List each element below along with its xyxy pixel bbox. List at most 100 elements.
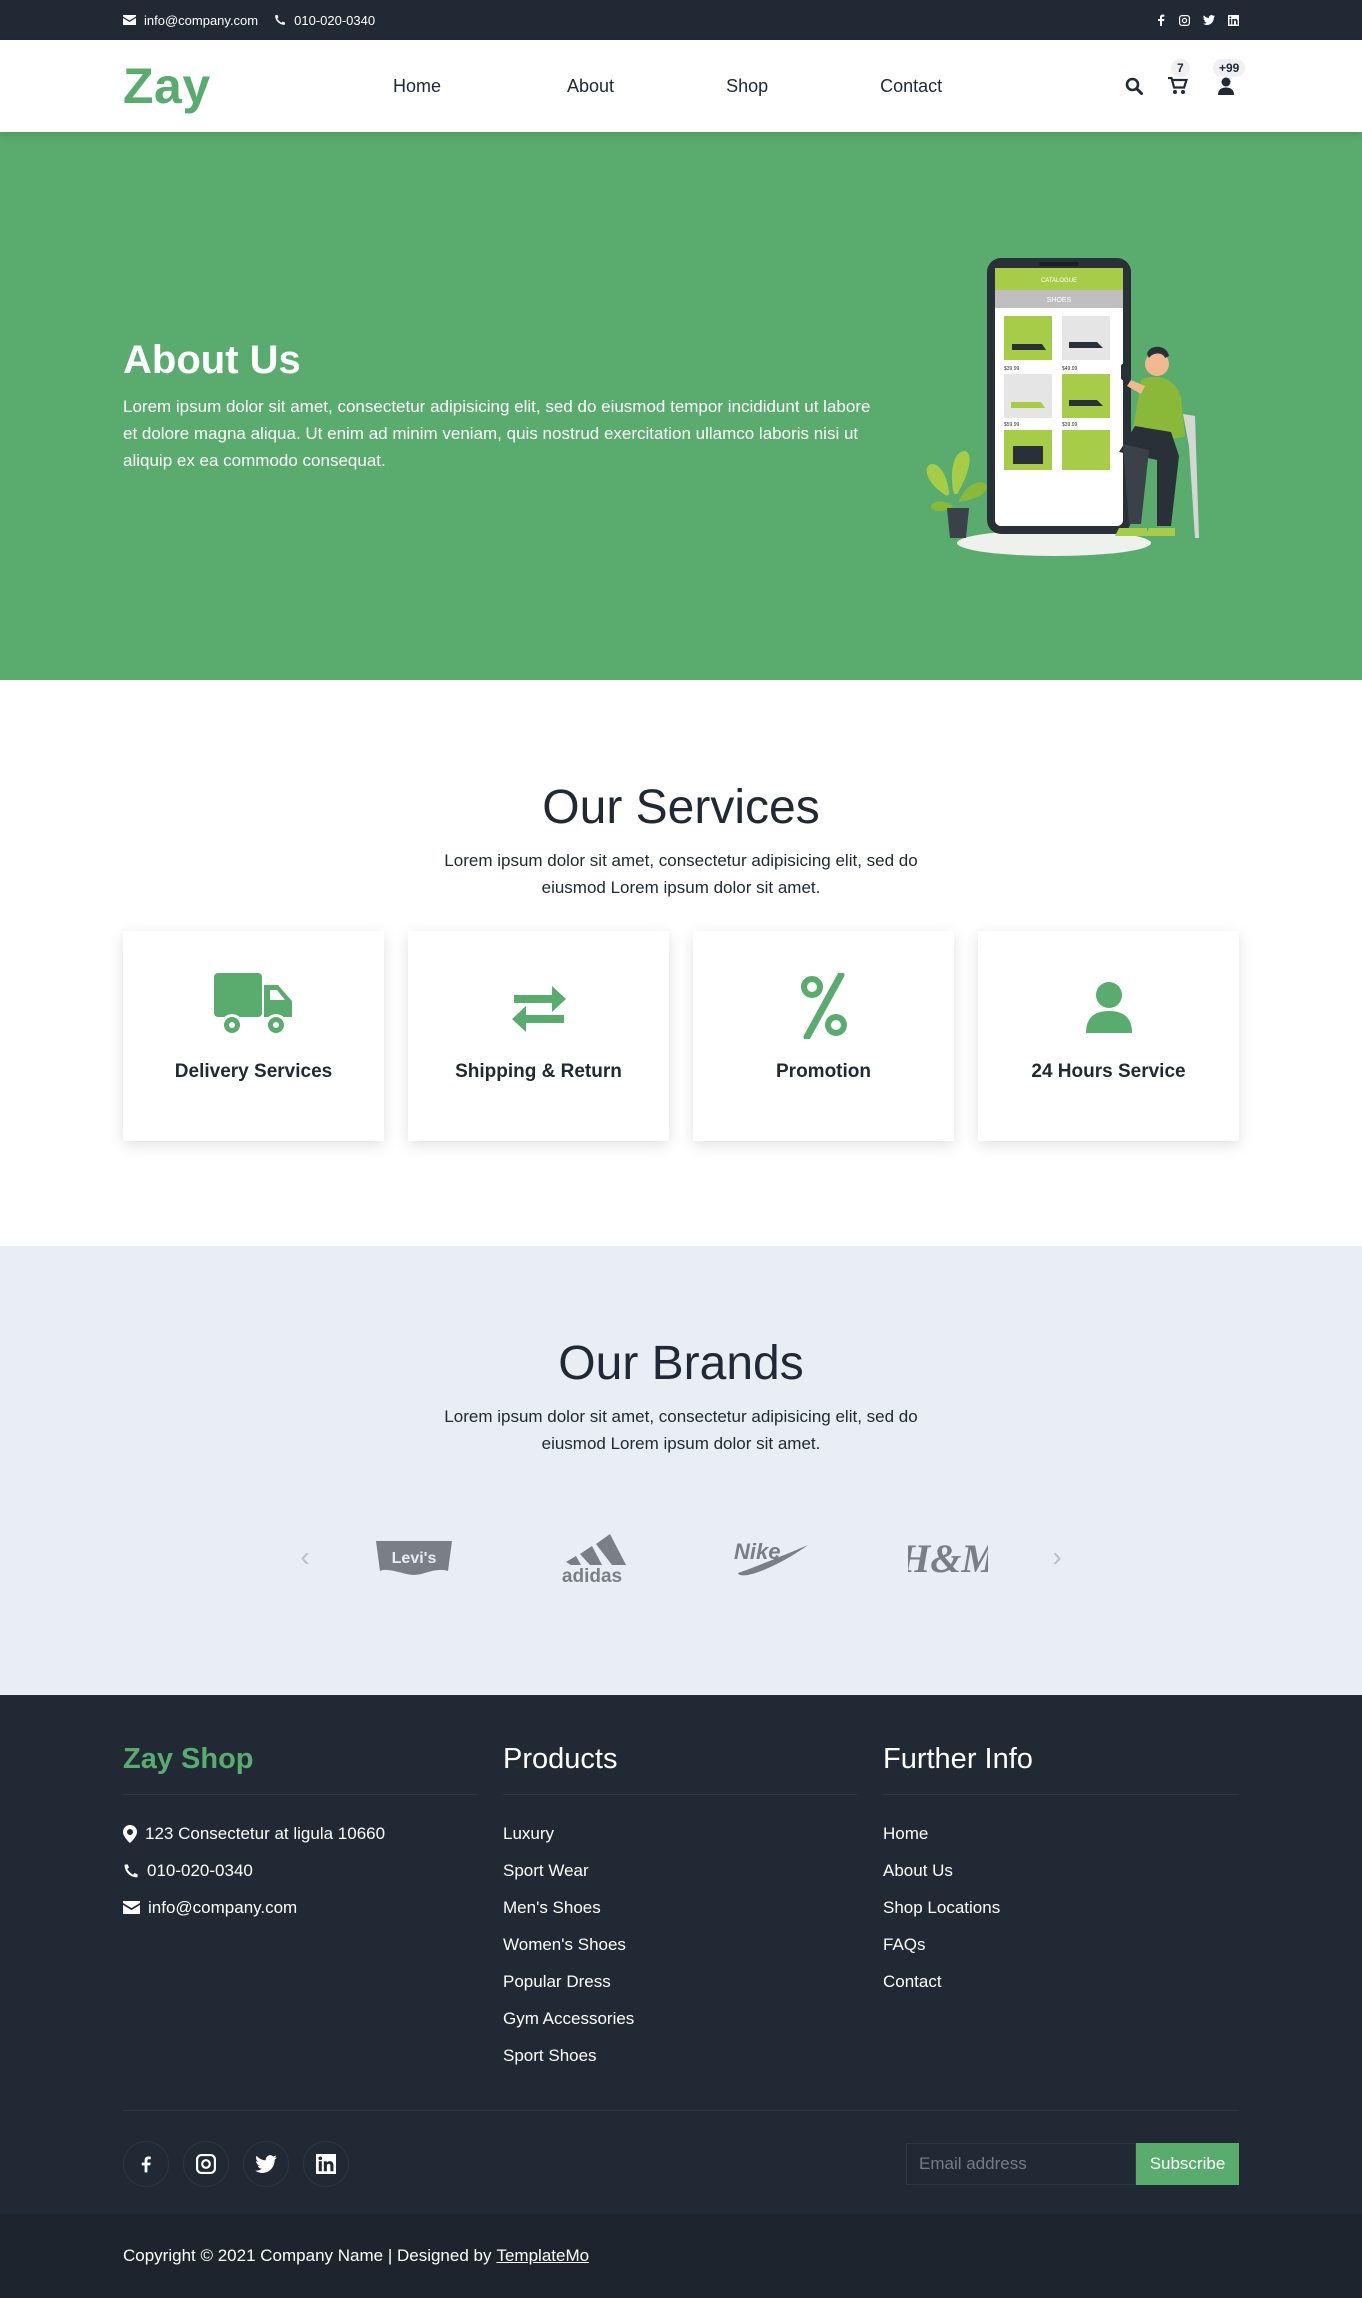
footer-facebook-button[interactable] (123, 2141, 169, 2187)
hm-logo-icon: H&M (908, 1536, 988, 1581)
footer-product-link[interactable]: Sport Shoes (503, 2037, 883, 2074)
service-label-delivery: Delivery Services (174, 1061, 333, 1082)
footer-email[interactable]: info@company.com (123, 1889, 503, 1926)
nav-shop[interactable]: Shop (726, 76, 768, 97)
top-phone[interactable]: 010-020-0340 (274, 13, 375, 28)
top-social (1156, 14, 1239, 26)
footer-instagram-button[interactable] (183, 2141, 229, 2187)
nav-home[interactable]: Home (393, 76, 441, 97)
footer-bottom: Subscribe (123, 2110, 1239, 2187)
footer-company-title: Zay Shop (123, 1743, 477, 1795)
about-hero: About Us Lorem ipsum dolor sit amet, con… (0, 132, 1362, 680)
cart-count-badge: 7 (1171, 59, 1190, 77)
brand-nike-logo[interactable]: Nike (681, 1527, 859, 1587)
brand-levis-logo[interactable]: Levi's (325, 1527, 503, 1587)
nav-icons: 7 +99 (1121, 59, 1246, 99)
twitter-icon (255, 2155, 277, 2173)
hero-text: About Us Lorem ipsum dolor sit amet, con… (123, 338, 883, 474)
brand-logo[interactable]: Zay (123, 57, 393, 115)
footer-product-link[interactable]: Sport Wear (503, 1852, 883, 1889)
hm-logo-text: H&M (908, 1536, 988, 1581)
footer-phone-text: 010-020-0340 (147, 1861, 253, 1880)
service-card-shipping[interactable]: Shipping & Return (408, 931, 669, 1141)
cart-button[interactable]: 7 (1165, 59, 1191, 99)
adidas-logo-icon: adidas (562, 1534, 626, 1584)
phone-price-1: $39.99 (1004, 366, 1020, 372)
top-email-text: info@company.com (144, 12, 259, 28)
search-icon (1125, 77, 1143, 95)
service-card-delivery[interactable]: Delivery Services (123, 931, 384, 1141)
footer-info-link[interactable]: Contact (883, 1963, 1239, 2000)
user-icon (1218, 77, 1234, 95)
adidas-logo-text: adidas (562, 1566, 622, 1584)
phone-shoes-label: SHOES (1047, 297, 1072, 304)
brand-hm-logo[interactable]: H&M (859, 1527, 1037, 1587)
carousel-prev-button[interactable]: ‹ (285, 1541, 325, 1573)
envelope-icon (123, 1901, 140, 1914)
search-button[interactable] (1121, 73, 1147, 99)
twitter-icon[interactable] (1203, 15, 1215, 25)
carousel-next-button[interactable]: › (1037, 1541, 1077, 1573)
envelope-icon (123, 15, 136, 25)
footer-address: 123 Consectetur at ligula 10660 (123, 1815, 503, 1852)
brands-title: Our Brands (558, 1337, 804, 1390)
copyright-bar: Copyright © 2021 Company Name | Designed… (0, 2214, 1362, 2298)
designer-link[interactable]: TemplateMo (496, 2246, 589, 2266)
facebook-icon[interactable] (1156, 14, 1166, 26)
footer-info-link[interactable]: About Us (883, 1852, 1239, 1889)
brands-subtitle: Lorem ipsum dolor sit amet, consectetur … (444, 1407, 918, 1453)
footer-info-link[interactable]: Home (883, 1815, 1239, 1852)
user-button[interactable]: +99 (1213, 59, 1246, 99)
brands-section: Our Brands Lorem ipsum dolor sit amet, c… (0, 1246, 1362, 1709)
footer-col-company: Zay Shop 123 Consectetur at ligula 10660… (123, 1743, 503, 2074)
service-card-24h[interactable]: 24 Hours Service (978, 931, 1239, 1141)
footer-linkedin-button[interactable] (303, 2141, 349, 2187)
phone-price-2: $49.99 (1062, 366, 1078, 372)
phone-icon (124, 1863, 138, 1877)
footer-product-link[interactable]: Luxury (503, 1815, 883, 1852)
service-label-24h: 24 Hours Service (1031, 1061, 1186, 1082)
main-navbar: Zay Home About Shop Contact 7 +99 (0, 40, 1362, 132)
percent-icon (800, 973, 847, 1039)
exchange-icon (511, 986, 566, 1032)
footer-product-link[interactable]: Women's Shoes (503, 1926, 883, 1963)
hero-title: About Us (123, 338, 301, 382)
service-card-promotion[interactable]: Promotion (693, 931, 954, 1141)
newsletter-email-input[interactable] (906, 2143, 1136, 2185)
footer-col-info: Further Info Home About Us Shop Location… (883, 1743, 1239, 2074)
service-label-shipping: Shipping & Return (455, 1061, 622, 1082)
top-bar: info@company.com 010-020-0340 (0, 0, 1362, 40)
phone-price-3: $59.99 (1004, 422, 1020, 428)
footer-info-link[interactable]: Shop Locations (883, 1889, 1239, 1926)
brand-adidas-logo[interactable]: adidas (503, 1527, 681, 1587)
instagram-icon[interactable] (1179, 14, 1190, 26)
shopping-phone-illustration: CATALOGUE SHOES $39.99 $49.99 $59.99 $39… (926, 258, 1199, 556)
footer-address-text: 123 Consectetur at ligula 10660 (145, 1824, 386, 1843)
footer-twitter-button[interactable] (243, 2141, 289, 2187)
footer-phone[interactable]: 010-020-0340 (123, 1852, 503, 1889)
phone-price-4: $39.99 (1062, 422, 1078, 428)
top-email[interactable]: info@company.com (123, 13, 258, 28)
nav-contact[interactable]: Contact (880, 76, 942, 97)
brands-carousel: ‹ Levi's adidas Nike H&M › (123, 1527, 1239, 1587)
footer-columns: Zay Shop 123 Consectetur at ligula 10660… (123, 1695, 1239, 2074)
footer-product-link[interactable]: Gym Accessories (503, 2000, 883, 2037)
levis-logo-icon: Levi's (376, 1541, 452, 1575)
services-subtitle: Lorem ipsum dolor sit amet, consectetur … (444, 851, 918, 897)
main-menu: Home About Shop Contact (393, 76, 942, 97)
levis-logo-text: Levi's (392, 1550, 437, 1567)
copyright-text: Copyright © 2021 Company Name | Designed… (123, 2246, 492, 2265)
footer-products-title: Products (503, 1743, 857, 1795)
linkedin-icon[interactable] (1228, 14, 1239, 26)
services-section: Our Services Lorem ipsum dolor sit amet,… (0, 680, 1362, 1246)
footer-product-link[interactable]: Popular Dress (503, 1963, 883, 2000)
footer-col-products: Products Luxury Sport Wear Men's Shoes W… (503, 1743, 883, 2074)
top-phone-text: 010-020-0340 (294, 12, 376, 28)
footer-product-link[interactable]: Men's Shoes (503, 1889, 883, 1926)
nav-about[interactable]: About (567, 76, 614, 97)
footer-info-link[interactable]: FAQs (883, 1926, 1239, 1963)
subscribe-button[interactable]: Subscribe (1136, 2143, 1239, 2185)
services-cards: Delivery Services Shipping & Return Prom… (123, 931, 1239, 1141)
footer-email-text: info@company.com (148, 1898, 298, 1917)
phone-icon (275, 15, 286, 25)
